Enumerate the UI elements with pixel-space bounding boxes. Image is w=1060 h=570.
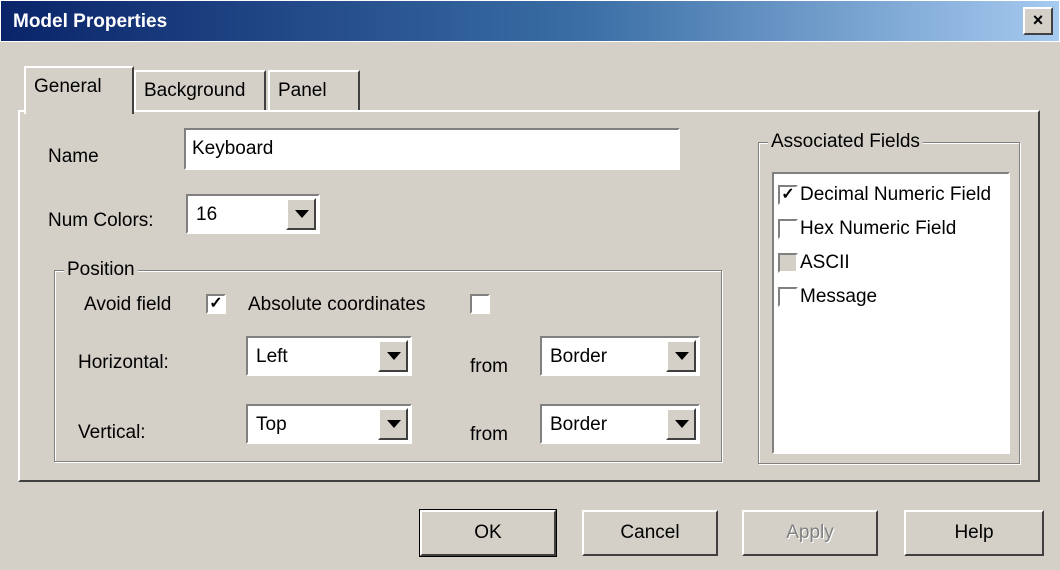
tab-general-label: General bbox=[34, 76, 102, 97]
vertical-from-select[interactable]: Border bbox=[540, 404, 700, 444]
check-icon: ✓ bbox=[781, 185, 795, 203]
horizontal-label: Horizontal: bbox=[78, 352, 169, 373]
chevron-down-icon[interactable] bbox=[666, 408, 696, 440]
ascii-checkbox[interactable] bbox=[778, 252, 798, 273]
close-button[interactable]: × bbox=[1023, 7, 1053, 35]
ok-label: OK bbox=[474, 522, 502, 543]
chevron-down-icon[interactable] bbox=[666, 340, 696, 372]
name-field-value: Keyboard bbox=[192, 138, 274, 159]
name-field[interactable]: Keyboard bbox=[184, 128, 680, 170]
decimal-numeric-field-label: Decimal Numeric Field bbox=[800, 184, 992, 205]
horizontal-value: Left bbox=[256, 346, 288, 367]
list-item-ascii[interactable]: ASCII bbox=[778, 252, 850, 274]
name-label: Name bbox=[48, 146, 99, 167]
vertical-from-label: from bbox=[470, 424, 508, 445]
ascii-label: ASCII bbox=[800, 252, 850, 273]
vertical-from-value: Border bbox=[550, 414, 608, 435]
apply-label: Apply bbox=[786, 522, 834, 543]
vertical-label: Vertical: bbox=[78, 422, 146, 443]
message-checkbox[interactable] bbox=[778, 286, 798, 307]
cancel-button[interactable]: Cancel bbox=[582, 510, 718, 556]
absolute-coordinates-checkbox[interactable] bbox=[470, 294, 490, 314]
chevron-down-icon[interactable] bbox=[378, 408, 408, 440]
decimal-numeric-field-checkbox[interactable]: ✓ bbox=[778, 184, 798, 205]
avoid-field-label: Avoid field bbox=[84, 294, 172, 315]
list-item-hex-numeric-field[interactable]: Hex Numeric Field bbox=[778, 218, 956, 240]
chevron-down-icon[interactable] bbox=[286, 198, 316, 230]
message-label: Message bbox=[800, 286, 878, 307]
window-title: Model Properties bbox=[13, 11, 168, 32]
apply-button[interactable]: Apply bbox=[742, 510, 878, 556]
num-colors-value: 16 bbox=[196, 204, 218, 225]
tab-background-label: Background bbox=[144, 80, 246, 101]
horizontal-from-select[interactable]: Border bbox=[540, 336, 700, 376]
ok-button[interactable]: OK bbox=[419, 509, 557, 557]
list-item-message[interactable]: Message bbox=[778, 286, 877, 308]
title-bar: Model Properties × bbox=[0, 0, 1060, 42]
horizontal-from-label: from bbox=[470, 356, 508, 377]
tab-background[interactable]: Background bbox=[134, 70, 266, 112]
associated-fields-list[interactable]: ✓ Decimal Numeric Field Hex Numeric Field… bbox=[772, 172, 1010, 454]
hex-numeric-field-checkbox[interactable] bbox=[778, 218, 798, 239]
help-button[interactable]: Help bbox=[904, 510, 1044, 556]
associated-fields-label: Associated Fields bbox=[768, 131, 923, 153]
tab-general[interactable]: General bbox=[24, 66, 134, 114]
cancel-label: Cancel bbox=[620, 522, 680, 543]
horizontal-from-value: Border bbox=[550, 346, 608, 367]
absolute-coordinates-label: Absolute coordinates bbox=[248, 294, 426, 315]
list-item-decimal-numeric-field[interactable]: ✓ Decimal Numeric Field bbox=[778, 184, 991, 206]
chevron-down-icon[interactable] bbox=[378, 340, 408, 372]
help-label: Help bbox=[954, 522, 994, 543]
vertical-value: Top bbox=[256, 414, 287, 435]
check-icon: ✓ bbox=[209, 295, 223, 312]
tab-panel[interactable]: Panel bbox=[268, 70, 360, 112]
vertical-select[interactable]: Top bbox=[246, 404, 412, 444]
horizontal-select[interactable]: Left bbox=[246, 336, 412, 376]
close-icon: × bbox=[1032, 10, 1044, 30]
hex-numeric-field-label: Hex Numeric Field bbox=[800, 218, 957, 239]
num-colors-label: Num Colors: bbox=[48, 210, 154, 231]
tab-panel-label: Panel bbox=[278, 80, 327, 101]
avoid-field-checkbox[interactable]: ✓ bbox=[206, 294, 226, 314]
num-colors-select[interactable]: 16 bbox=[186, 194, 320, 234]
position-group-label: Position bbox=[64, 259, 138, 281]
